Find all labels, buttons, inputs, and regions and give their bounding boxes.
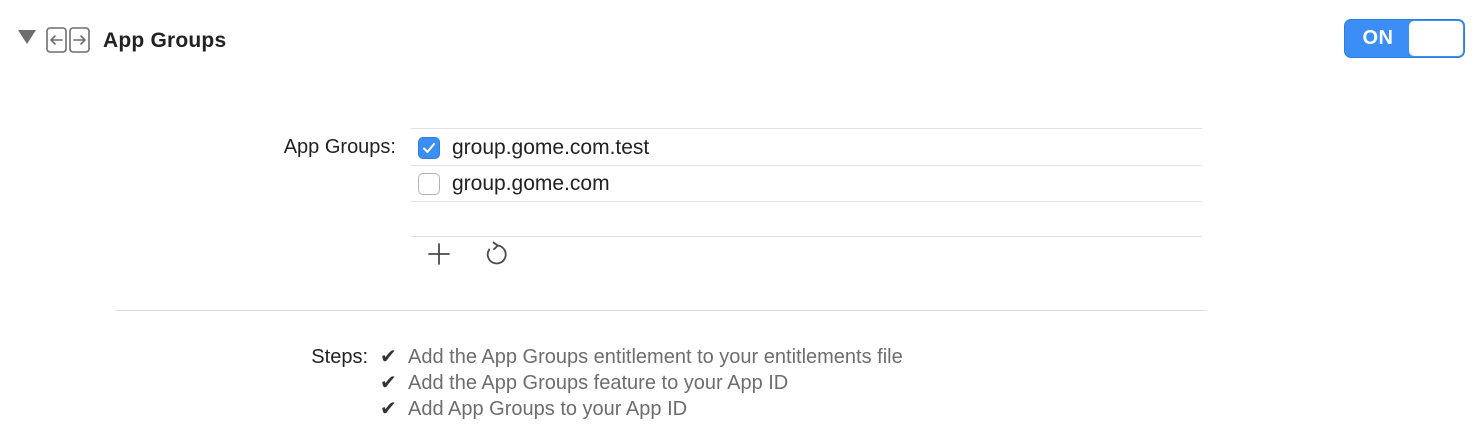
step-text: Add the App Groups entitlement to your e… xyxy=(408,346,903,368)
step-text: Add App Groups to your App ID xyxy=(408,398,688,420)
list-item-label: group.gome.com xyxy=(452,172,610,195)
step-item: ✔ Add App Groups to your App ID xyxy=(380,396,687,422)
checkbox-unchecked[interactable] xyxy=(418,173,440,195)
checkmark-icon xyxy=(423,143,435,153)
toggle-knob xyxy=(1409,21,1463,56)
plus-icon xyxy=(428,243,450,265)
step-item: ✔ Add the App Groups entitlement to your … xyxy=(380,344,903,370)
checkbox-checked[interactable] xyxy=(418,137,440,159)
list-separator xyxy=(411,201,1202,202)
section-title: App Groups xyxy=(103,29,227,52)
app-groups-capability-icon xyxy=(46,27,90,53)
section-divider xyxy=(116,310,1207,311)
list-separator xyxy=(411,236,1202,237)
list-item[interactable]: group.gome.com xyxy=(411,165,1202,201)
step-text: Add the App Groups feature to your App I… xyxy=(408,372,789,394)
toggle-label: ON xyxy=(1362,27,1394,49)
app-groups-label: App Groups: xyxy=(283,136,396,158)
app-groups-list: group.gome.com.test group.gome.com xyxy=(411,128,1202,238)
capability-toggle[interactable]: ON xyxy=(1344,19,1465,58)
step-item: ✔ Add the App Groups feature to your App … xyxy=(380,370,788,396)
steps-label: Steps: xyxy=(311,346,368,368)
add-group-button[interactable] xyxy=(424,239,454,269)
refresh-groups-button[interactable] xyxy=(481,239,511,269)
step-check-icon: ✔ xyxy=(380,346,397,368)
step-check-icon: ✔ xyxy=(380,398,397,420)
refresh-icon xyxy=(486,241,507,265)
list-item[interactable]: group.gome.com.test xyxy=(411,129,1202,165)
step-check-icon: ✔ xyxy=(380,372,397,394)
disclosure-triangle-icon[interactable] xyxy=(18,30,36,44)
list-item-label: group.gome.com.test xyxy=(452,136,650,159)
